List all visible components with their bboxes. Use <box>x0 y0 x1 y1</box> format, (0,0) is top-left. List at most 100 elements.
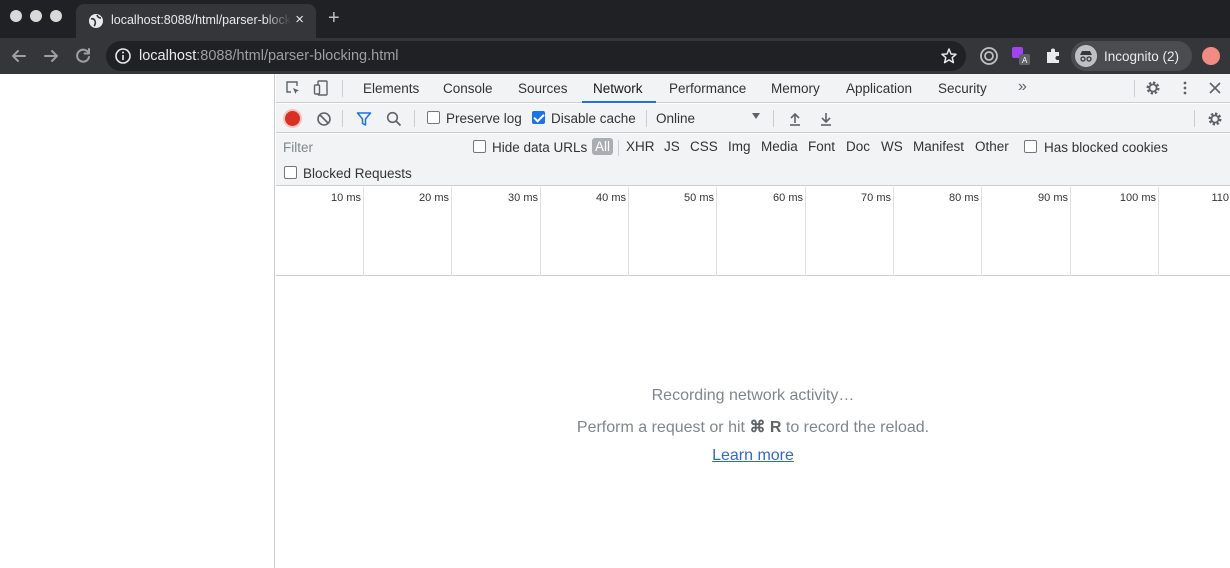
timeline-tick-label: 40 ms <box>596 192 626 204</box>
filter-bar: Filter Hide data URLs All XHR JS CSS Img… <box>276 134 1230 186</box>
profile-avatar[interactable] <box>1202 47 1220 65</box>
timeline-gridline <box>716 187 717 276</box>
throttling-select[interactable]: Online <box>656 111 695 126</box>
export-har-icon[interactable] <box>818 111 834 127</box>
blocked-requests-checkbox[interactable] <box>284 166 297 179</box>
tab-performance[interactable]: Performance <box>669 81 746 96</box>
toolbar-divider <box>342 110 343 127</box>
chevron-down-icon[interactable] <box>752 113 760 119</box>
has-blocked-cookies-label[interactable]: Has blocked cookies <box>1044 140 1168 155</box>
filter-funnel-icon[interactable] <box>356 111 372 127</box>
devtools-panel: Elements Console Sources Network Perform… <box>276 74 1230 568</box>
url-host: localhost <box>139 48 197 64</box>
disable-cache-label[interactable]: Disable cache <box>551 111 636 126</box>
tab-close-icon[interactable]: × <box>295 12 304 28</box>
incognito-profile-button[interactable]: Incognito (2) <box>1071 41 1192 71</box>
toolbar-divider <box>773 110 774 127</box>
preserve-log-label[interactable]: Preserve log <box>446 111 522 126</box>
type-filter-js[interactable]: JS <box>664 139 680 154</box>
active-tab-indicator <box>582 101 656 103</box>
target-extension-icon[interactable] <box>979 46 999 66</box>
translate-icon[interactable]: A <box>1011 46 1031 66</box>
hide-data-urls-checkbox[interactable] <box>473 140 486 153</box>
maximize-window-button[interactable] <box>50 10 62 22</box>
tab-elements[interactable]: Elements <box>363 81 419 96</box>
back-icon[interactable] <box>8 45 30 67</box>
network-timeline-overview[interactable]: 10 ms 20 ms 30 ms 40 ms 50 ms 60 ms 70 m… <box>276 187 1230 276</box>
type-filter-css[interactable]: CSS <box>690 139 718 154</box>
toolbar-divider <box>342 80 343 97</box>
hide-data-urls-label[interactable]: Hide data URLs <box>492 140 587 155</box>
network-toolbar: Preserve log Disable cache Online <box>276 104 1230 133</box>
timeline-gridline <box>628 187 629 276</box>
preserve-log-checkbox[interactable] <box>427 111 440 124</box>
hint-suffix: to record the reload. <box>785 419 930 436</box>
inspect-element-icon[interactable] <box>285 80 301 96</box>
empty-state-title: Recording network activity… <box>651 387 855 404</box>
browser-titlebar: localhost:8088/html/parser-blocking.html… <box>0 0 1230 38</box>
type-filter-img[interactable]: Img <box>728 139 751 154</box>
info-icon[interactable] <box>114 47 132 65</box>
type-filter-all[interactable]: All <box>592 138 614 155</box>
type-filter-media[interactable]: Media <box>761 139 798 154</box>
browser-toolbar: localhost:8088/html/parser-blocking.html… <box>0 38 1230 74</box>
tab-memory[interactable]: Memory <box>771 81 820 96</box>
devtools-tabbar: Elements Console Sources Network Perform… <box>276 74 1230 103</box>
bookmark-star-icon[interactable] <box>940 47 958 65</box>
toolbar-divider <box>414 110 415 127</box>
extensions-puzzle-icon[interactable] <box>1043 46 1063 66</box>
forward-icon[interactable] <box>40 45 62 67</box>
blocked-requests-label[interactable]: Blocked Requests <box>303 166 412 181</box>
timeline-gridline <box>805 187 806 276</box>
timeline-gridline <box>1158 187 1159 276</box>
clear-icon[interactable] <box>316 111 332 127</box>
globe-icon <box>89 14 103 28</box>
timeline-gridline <box>363 187 364 276</box>
toolbar-divider <box>1194 110 1195 127</box>
device-toolbar-icon[interactable] <box>313 80 329 96</box>
minimize-window-button[interactable] <box>30 10 42 22</box>
type-filter-ws[interactable]: WS <box>881 139 903 154</box>
close-window-button[interactable] <box>10 10 22 22</box>
timeline-tick-label: 60 ms <box>773 192 803 204</box>
timeline-gridline <box>981 187 982 276</box>
address-bar[interactable]: localhost:8088/html/parser-blocking.html <box>106 41 966 71</box>
type-filter-doc[interactable]: Doc <box>846 139 870 154</box>
timeline-tick-label: 20 ms <box>419 192 449 204</box>
timeline-tick-label: 90 ms <box>1038 192 1068 204</box>
reload-icon[interactable] <box>72 45 94 67</box>
more-tabs-icon[interactable]: » <box>1018 78 1027 96</box>
timeline-tick-label: 110 <box>1211 192 1229 204</box>
settings-gear-icon[interactable] <box>1145 80 1161 96</box>
svg-text:A: A <box>1022 56 1028 65</box>
page-viewport <box>0 74 275 568</box>
has-blocked-cookies-checkbox[interactable] <box>1024 140 1037 153</box>
type-filter-font[interactable]: Font <box>808 139 835 154</box>
search-icon[interactable] <box>386 111 402 127</box>
timeline-tick-label: 50 ms <box>684 192 714 204</box>
import-har-icon[interactable] <box>787 111 803 127</box>
tab-application[interactable]: Application <box>846 81 912 96</box>
learn-more-link[interactable]: Learn more <box>712 447 794 464</box>
filter-input[interactable]: Filter <box>283 140 313 155</box>
network-settings-gear-icon[interactable] <box>1207 111 1223 127</box>
new-tab-button[interactable]: + <box>328 8 340 28</box>
hint-prefix: Perform a request or hit <box>576 419 745 436</box>
type-filter-other[interactable]: Other <box>975 139 1009 154</box>
close-devtools-icon[interactable] <box>1207 80 1223 96</box>
tab-security[interactable]: Security <box>938 81 987 96</box>
browser-tab[interactable]: localhost:8088/html/parser-blocking.html… <box>76 4 316 38</box>
disable-cache-checkbox[interactable] <box>532 111 545 124</box>
kebab-menu-icon[interactable] <box>1177 80 1193 96</box>
incognito-label: Incognito (2) <box>1104 49 1180 64</box>
tab-sources[interactable]: Sources <box>518 81 568 96</box>
tab-console[interactable]: Console <box>443 81 493 96</box>
timeline-gridline <box>451 187 452 276</box>
url-text[interactable]: localhost:8088/html/parser-blocking.html <box>139 48 399 64</box>
toolbar-divider <box>646 110 647 127</box>
record-button[interactable] <box>285 111 300 126</box>
type-filter-manifest[interactable]: Manifest <box>913 139 964 154</box>
toolbar-divider <box>1134 80 1135 97</box>
type-filter-xhr[interactable]: XHR <box>626 139 655 154</box>
tab-network[interactable]: Network <box>593 81 643 96</box>
